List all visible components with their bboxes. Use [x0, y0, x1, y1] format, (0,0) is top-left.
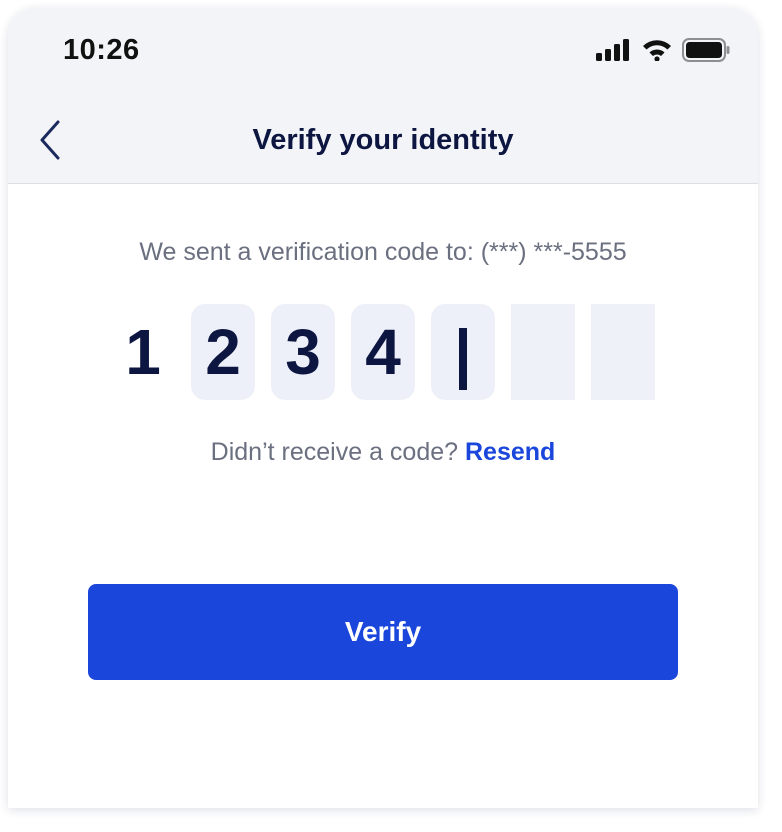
cellular-signal-icon [596, 39, 632, 66]
verification-code-input[interactable]: 1 2 3 4 [111, 304, 655, 400]
code-digit-1[interactable]: 1 [111, 304, 175, 400]
masked-phone-number: (***) ***-5555 [480, 238, 627, 266]
message-prefix: We sent a verification code to: [139, 238, 474, 266]
resend-row: Didn’t receive a code? Resend [8, 438, 758, 467]
code-digit-3[interactable]: 3 [271, 304, 335, 400]
page-title: Verify your identity [252, 124, 514, 156]
status-icons [596, 38, 730, 67]
resend-prompt: Didn’t receive a code? [210, 438, 459, 466]
top-bar: 10:26 Verify your identity [8, 8, 758, 184]
text-cursor [459, 328, 467, 390]
phone-screen: 10:26 Verify your identity We sent a ver… [8, 8, 758, 808]
resend-link[interactable]: Resend [465, 438, 555, 466]
verify-button[interactable]: Verify [88, 584, 678, 680]
code-digit-7[interactable] [591, 304, 655, 400]
verification-message: We sent a verification code to: (***) **… [8, 238, 758, 267]
code-digit-4[interactable]: 4 [351, 304, 415, 400]
code-digit-2[interactable]: 2 [191, 304, 255, 400]
wifi-icon [642, 39, 672, 66]
battery-icon [682, 38, 730, 67]
code-digit-5[interactable] [431, 304, 495, 400]
status-time: 10:26 [63, 34, 140, 66]
code-digit-6[interactable] [511, 304, 575, 400]
